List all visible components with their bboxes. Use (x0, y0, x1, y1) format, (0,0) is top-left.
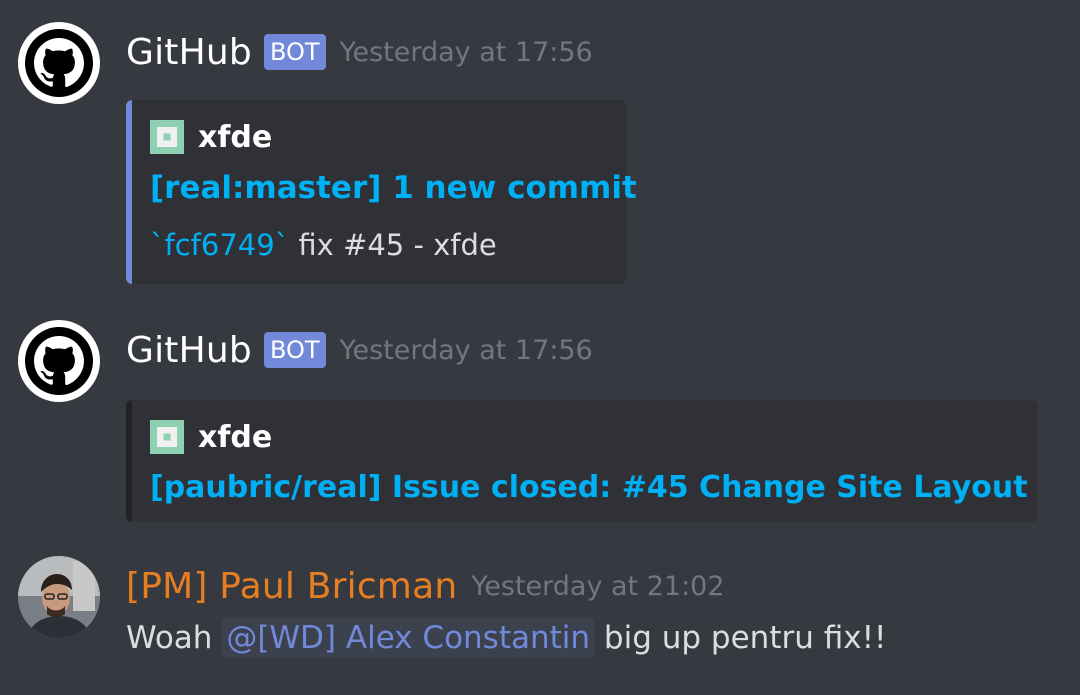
timestamp: Yesterday at 17:56 (339, 36, 593, 68)
timestamp: Yesterday at 21:02 (471, 570, 725, 602)
user-photo-avatar-image (18, 556, 100, 638)
commit-hash-link[interactable]: `fcf6749` (150, 228, 289, 262)
commit-embed: xfde [real:master] 1 new commit `fcf6749… (126, 100, 637, 284)
message-1: GitHub BOT Yesterday at 17:56 xfde [real… (0, 22, 1080, 284)
message-text: big up pentru fix!! (594, 620, 887, 656)
message-text: Woah (126, 620, 223, 656)
embed-author-name[interactable]: xfde (198, 120, 272, 155)
embed-author: xfde (150, 114, 608, 160)
embed-author-name[interactable]: xfde (198, 420, 272, 455)
username[interactable]: GitHub (126, 32, 252, 73)
github-octocat-icon (25, 29, 93, 97)
message-3: [PM] Paul Bricman Yesterday at 21:02 Woa… (0, 556, 1080, 676)
username[interactable]: [PM] Paul Bricman (126, 566, 457, 607)
github-avatar[interactable] (18, 22, 100, 104)
embed-description: `fcf6749` fix #45 - xfde (150, 216, 608, 274)
embed-author: xfde (150, 414, 1020, 460)
timestamp: Yesterday at 17:56 (339, 334, 593, 366)
embed-title-link[interactable]: [paubric/real] Issue closed: #45 Change … (150, 460, 1028, 516)
identicon-icon (150, 120, 184, 154)
github-avatar[interactable] (18, 320, 100, 402)
bot-tag: BOT (263, 34, 326, 70)
username[interactable]: GitHub (126, 330, 252, 371)
bot-tag: BOT (263, 332, 326, 368)
embed-title-link[interactable]: [real:master] 1 new commit (150, 160, 637, 216)
github-octocat-icon (25, 327, 93, 395)
message-2: GitHub BOT Yesterday at 17:56 xfde [paub… (0, 320, 1080, 522)
message-content: Woah @[WD] Alex Constantin big up pentru… (126, 618, 887, 658)
user-mention[interactable]: @[WD] Alex Constantin (222, 618, 595, 658)
commit-message: fix #45 - xfde (289, 228, 497, 262)
issue-embed: xfde [paubric/real] Issue closed: #45 Ch… (126, 400, 1038, 522)
message-header: [PM] Paul Bricman Yesterday at 21:02 (126, 556, 725, 616)
message-header: GitHub BOT Yesterday at 17:56 (126, 320, 593, 380)
user-photo-avatar[interactable] (18, 556, 100, 638)
identicon-icon (150, 420, 184, 454)
message-header: GitHub BOT Yesterday at 17:56 (126, 22, 593, 82)
